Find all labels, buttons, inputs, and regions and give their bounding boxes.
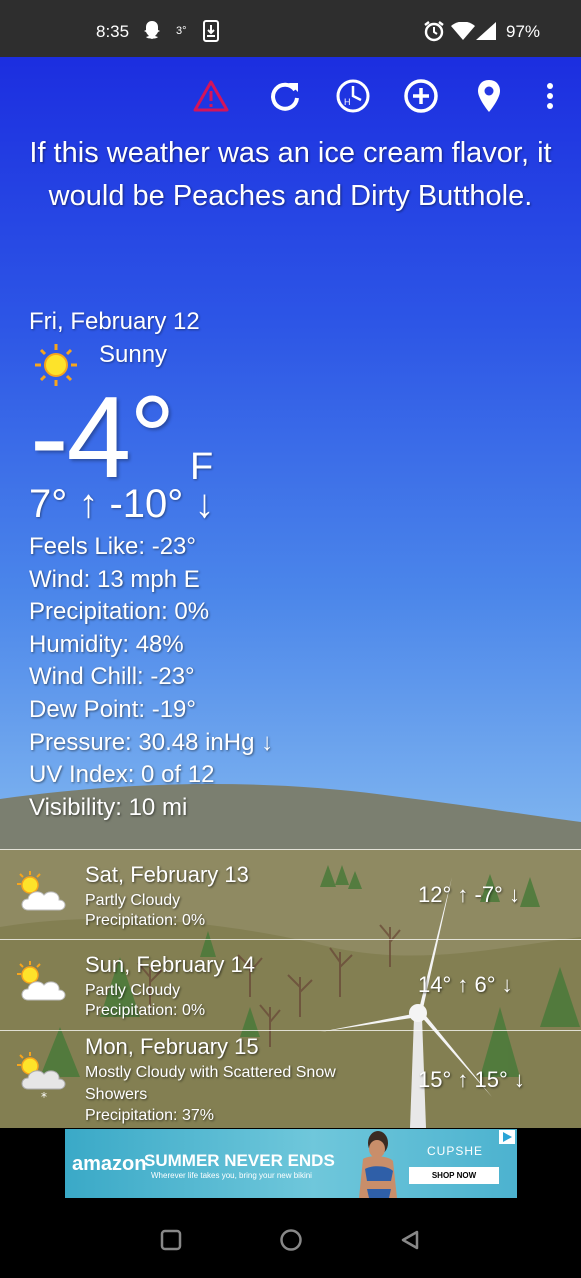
- wifi-icon: [451, 21, 475, 45]
- overflow-menu-icon: [547, 83, 553, 109]
- wind: Wind: 13 mph E: [29, 565, 200, 593]
- current-details: Feels Like: -23° Wind: 13 mph E Precipit…: [29, 531, 273, 824]
- weather-quote: If this weather was an ice cream flavor,…: [29, 137, 552, 212]
- weather-main: H If this weather was an ice cream flavo…: [0, 57, 581, 1128]
- forecast-temps: 12° ↑ -7° ↓: [418, 882, 520, 907]
- ad-banner[interactable]: amazon SUMMER NEVER ENDS Wherever life t…: [65, 1129, 517, 1198]
- refresh-icon: [271, 82, 299, 111]
- status-time: 8:35: [96, 22, 130, 41]
- current-date: Fri, February 12: [29, 308, 200, 335]
- high-low-temperature: 7° ↑ -10° ↓: [29, 482, 215, 526]
- svg-text:*: *: [41, 1090, 47, 1103]
- forecast-day: Sat, February 13: [85, 862, 249, 887]
- svg-text:H: H: [344, 97, 351, 107]
- temp-badge: 3°: [176, 25, 187, 37]
- home-circle-icon: [280, 1229, 302, 1251]
- recents-square-icon: [160, 1229, 182, 1251]
- home-button[interactable]: [276, 1225, 306, 1255]
- alarm-icon: [423, 20, 445, 47]
- signal-icon: [476, 22, 496, 45]
- shop-now-button[interactable]: SHOP NOW: [409, 1167, 499, 1184]
- forecast-row-sun[interactable]: Sun, February 14 Partly Cloudy Precipita…: [0, 939, 581, 1030]
- forecast-row-mon[interactable]: * Mon, February 15 Mostly Cloudy with Sc…: [0, 1030, 581, 1128]
- forecast-day: Sun, February 14: [85, 952, 255, 977]
- alert-button[interactable]: [191, 76, 231, 116]
- forecast-day: Mon, February 15: [85, 1034, 259, 1059]
- amazon-logo: amazon: [72, 1153, 147, 1175]
- forecast-condition: Mostly Cloudy with Scattered Snow Shower…: [85, 1064, 336, 1103]
- alert-icon: [193, 80, 229, 112]
- forecast-condition: Partly Cloudy: [85, 982, 181, 999]
- system-nav-bar: [0, 1205, 581, 1278]
- status-bar: 8:35 3° 97%: [0, 0, 581, 57]
- location-pin-icon: [478, 80, 500, 112]
- dew-point: Dew Point: -19°: [29, 695, 197, 723]
- forecast-precipitation: Precipitation: 0%: [85, 912, 206, 929]
- ad-choices-icon[interactable]: [499, 1130, 515, 1144]
- refresh-button[interactable]: [265, 76, 305, 116]
- back-button[interactable]: [395, 1225, 425, 1255]
- add-location-button[interactable]: [401, 76, 441, 116]
- ad-subline: Wherever life takes you, bring your new …: [151, 1171, 312, 1180]
- feels-like: Feels Like: -23°: [29, 533, 197, 560]
- cloudy-snow-icon: *: [17, 1052, 66, 1103]
- download-icon: [203, 20, 219, 47]
- forecast-precipitation: Precipitation: 0%: [85, 1002, 206, 1019]
- location-button[interactable]: [469, 76, 509, 116]
- pressure: Pressure: 30.48 inHg ↓: [29, 728, 274, 756]
- current-condition: Sunny: [99, 341, 168, 368]
- forecast-row-sat[interactable]: Sat, February 13 Partly Cloudy Precipita…: [0, 849, 581, 939]
- ad-headline: SUMMER NEVER ENDS: [144, 1151, 335, 1170]
- add-location-icon: [404, 79, 438, 113]
- ad-bar: amazon SUMMER NEVER ENDS Wherever life t…: [0, 1128, 581, 1205]
- visibility: Visibility: 10 mi: [29, 793, 188, 821]
- forecast-temps: 15° ↑ 15° ↓: [418, 1067, 525, 1092]
- recents-button[interactable]: [156, 1225, 186, 1255]
- humidity: Humidity: 48%: [29, 630, 184, 658]
- back-triangle-icon: [401, 1230, 419, 1250]
- forecast-condition: Partly Cloudy: [85, 892, 181, 909]
- forecast-precipitation: Precipitation: 37%: [85, 1107, 214, 1124]
- precipitation: Precipitation: 0%: [29, 598, 210, 626]
- battery-level: 97%: [506, 22, 541, 41]
- uv-index: UV Index: 0 of 12: [29, 761, 215, 789]
- snapchat-icon: [141, 20, 163, 45]
- history-button[interactable]: H: [333, 76, 373, 116]
- wind-chill: Wind Chill: -23°: [29, 663, 195, 691]
- partly-cloudy-icon: [17, 961, 66, 1001]
- overflow-menu-button[interactable]: [530, 76, 570, 116]
- partly-cloudy-icon: [17, 871, 66, 911]
- history-clock-icon: H: [336, 79, 370, 113]
- forecast-temps: 14° ↑ 6° ↓: [418, 972, 513, 997]
- ad-brand: CUPSHE: [427, 1144, 484, 1158]
- ad-model-image: [359, 1131, 397, 1198]
